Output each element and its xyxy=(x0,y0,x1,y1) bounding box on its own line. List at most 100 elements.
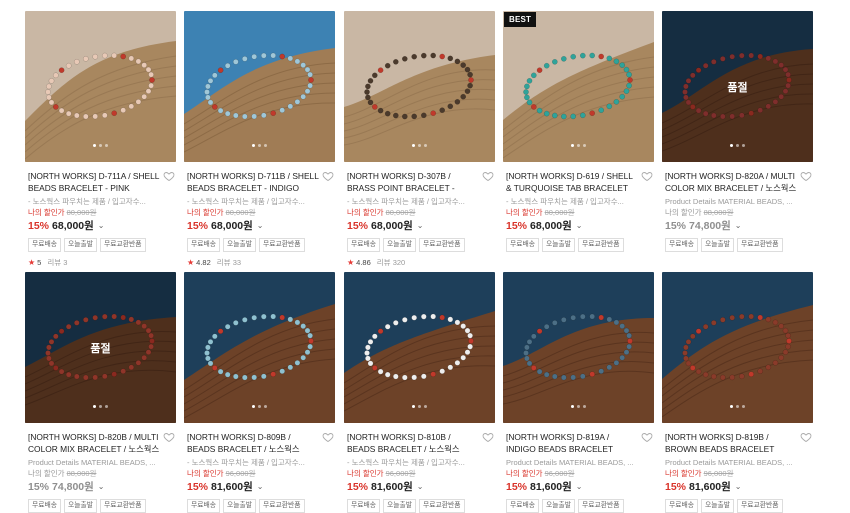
product-image[interactable]: BEST xyxy=(503,11,654,162)
carousel-dot[interactable] xyxy=(736,144,739,147)
carousel-dot[interactable] xyxy=(412,405,415,408)
carousel-dot[interactable] xyxy=(583,144,586,147)
product-title[interactable]: [NORTH WORKS] D-819A / INDIGO BEADS BRAC… xyxy=(506,431,652,455)
chevron-down-icon[interactable]: ⌄ xyxy=(576,480,583,494)
carousel-dot[interactable] xyxy=(577,144,580,147)
chevron-down-icon[interactable]: ⌄ xyxy=(417,219,424,233)
wishlist-heart-icon[interactable] xyxy=(800,431,812,443)
carousel-dot[interactable] xyxy=(742,144,745,147)
carousel-dot[interactable] xyxy=(577,405,580,408)
carousel-dots[interactable] xyxy=(344,405,495,408)
wishlist-heart-icon[interactable] xyxy=(163,170,175,182)
review-count[interactable]: 리뷰 3 xyxy=(47,257,67,268)
carousel-dot[interactable] xyxy=(264,405,267,408)
product-description: Product Details MATERIAL BEADS, ... xyxy=(665,458,793,467)
review-count[interactable]: 리뷰 320 xyxy=(377,257,405,268)
carousel-dots[interactable] xyxy=(662,144,813,147)
product-image[interactable]: 품절 xyxy=(662,11,813,162)
carousel-dots[interactable] xyxy=(184,405,335,408)
product-card[interactable]: [NORTH WORKS] D-307B / BRASS POINT BRACE… xyxy=(344,11,496,268)
carousel-dots[interactable] xyxy=(503,144,654,147)
carousel-dot[interactable] xyxy=(258,405,261,408)
product-image[interactable] xyxy=(184,272,335,423)
wishlist-heart-icon[interactable] xyxy=(641,431,653,443)
product-image[interactable] xyxy=(662,272,813,423)
carousel-dot[interactable] xyxy=(424,405,427,408)
product-card[interactable]: 품절 [NORTH WORKS] D-820A / MULTI COLOR MIX… xyxy=(662,11,814,252)
product-title[interactable]: [NORTH WORKS] D-810B / BEADS BRACELET / … xyxy=(347,431,493,455)
carousel-dot[interactable] xyxy=(93,405,96,408)
product-card[interactable]: [NORTH WORKS] D-711A / SHELL BEADS BRACE… xyxy=(25,11,177,268)
product-image[interactable]: 품절 xyxy=(25,272,176,423)
chevron-down-icon[interactable]: ⌄ xyxy=(735,480,742,494)
rating-row: ★ 5 리뷰 3 xyxy=(28,257,174,268)
carousel-dots[interactable] xyxy=(662,405,813,408)
carousel-dot[interactable] xyxy=(571,144,574,147)
carousel-dot[interactable] xyxy=(99,144,102,147)
carousel-dot[interactable] xyxy=(730,405,733,408)
carousel-dots[interactable] xyxy=(184,144,335,147)
product-image[interactable] xyxy=(184,11,335,162)
carousel-dot[interactable] xyxy=(424,144,427,147)
review-count[interactable]: 리뷰 33 xyxy=(217,257,241,268)
chevron-down-icon[interactable]: ⌄ xyxy=(576,219,583,233)
carousel-dots[interactable] xyxy=(25,405,176,408)
wishlist-heart-icon[interactable] xyxy=(800,170,812,182)
chevron-down-icon[interactable]: ⌄ xyxy=(257,480,264,494)
product-title[interactable]: [NORTH WORKS] D-711A / SHELL BEADS BRACE… xyxy=(28,170,174,194)
carousel-dot[interactable] xyxy=(99,405,102,408)
carousel-dot[interactable] xyxy=(93,144,96,147)
shipping-tags: 무료배송 오늘출발 무료교환반품 xyxy=(665,499,811,513)
wishlist-heart-icon[interactable] xyxy=(322,431,334,443)
carousel-dots[interactable] xyxy=(344,144,495,147)
wishlist-heart-icon[interactable] xyxy=(482,170,494,182)
carousel-dots[interactable] xyxy=(25,144,176,147)
carousel-dot[interactable] xyxy=(105,144,108,147)
carousel-dot[interactable] xyxy=(264,144,267,147)
carousel-dot[interactable] xyxy=(571,405,574,408)
product-title[interactable]: [NORTH WORKS] D-307B / BRASS POINT BRACE… xyxy=(347,170,493,194)
carousel-dot[interactable] xyxy=(252,144,255,147)
product-card[interactable]: [NORTH WORKS] D-819A / INDIGO BEADS BRAC… xyxy=(503,272,655,513)
carousel-dot[interactable] xyxy=(258,144,261,147)
wishlist-heart-icon[interactable] xyxy=(322,170,334,182)
carousel-dot[interactable] xyxy=(105,405,108,408)
product-image[interactable] xyxy=(344,272,495,423)
wishlist-heart-icon[interactable] xyxy=(163,431,175,443)
product-title[interactable]: [NORTH WORKS] D-820B / MULTI COLOR MIX B… xyxy=(28,431,174,455)
product-info: [NORTH WORKS] D-619 / SHELL & TURQUOISE … xyxy=(503,162,655,252)
chevron-down-icon[interactable]: ⌄ xyxy=(98,219,105,233)
product-title[interactable]: [NORTH WORKS] D-809B / BEADS BRACELET / … xyxy=(187,431,333,455)
chevron-down-icon[interactable]: ⌄ xyxy=(98,480,105,494)
carousel-dots[interactable] xyxy=(503,405,654,408)
carousel-dot[interactable] xyxy=(418,144,421,147)
original-price: 88,000원 xyxy=(66,469,97,478)
product-image[interactable] xyxy=(344,11,495,162)
carousel-dot[interactable] xyxy=(730,144,733,147)
carousel-dot[interactable] xyxy=(742,405,745,408)
product-title[interactable]: [NORTH WORKS] D-711B / SHELL BEADS BRACE… xyxy=(187,170,333,194)
carousel-dot[interactable] xyxy=(736,405,739,408)
product-card[interactable]: 품절 [NORTH WORKS] D-820B / MULTI COLOR MIX… xyxy=(25,272,177,513)
chevron-down-icon[interactable]: ⌄ xyxy=(257,219,264,233)
carousel-dot[interactable] xyxy=(252,405,255,408)
product-title[interactable]: [NORTH WORKS] D-819B / BROWN BEADS BRACE… xyxy=(665,431,811,455)
product-title[interactable]: [NORTH WORKS] D-619 / SHELL & TURQUOISE … xyxy=(506,170,652,194)
product-image[interactable] xyxy=(503,272,654,423)
discount-percent: 15% xyxy=(665,481,687,493)
carousel-dot[interactable] xyxy=(583,405,586,408)
wishlist-heart-icon[interactable] xyxy=(641,170,653,182)
carousel-dot[interactable] xyxy=(412,144,415,147)
product-card[interactable]: [NORTH WORKS] D-810B / BEADS BRACELET / … xyxy=(344,272,496,513)
product-title[interactable]: [NORTH WORKS] D-820A / MULTI COLOR MIX B… xyxy=(665,170,811,194)
product-image[interactable] xyxy=(25,11,176,162)
chevron-down-icon[interactable]: ⌄ xyxy=(735,219,742,233)
product-card[interactable]: BEST [NORTH WORKS] D-619 / SHELL & TURQUO… xyxy=(503,11,655,252)
wishlist-heart-icon[interactable] xyxy=(482,431,494,443)
chevron-down-icon[interactable]: ⌄ xyxy=(417,480,424,494)
carousel-dot[interactable] xyxy=(418,405,421,408)
product-card[interactable]: [NORTH WORKS] D-809B / BEADS BRACELET / … xyxy=(184,272,336,513)
product-card[interactable]: [NORTH WORKS] D-819B / BROWN BEADS BRACE… xyxy=(662,272,814,513)
discount-percent: 15% xyxy=(28,220,50,232)
product-card[interactable]: [NORTH WORKS] D-711B / SHELL BEADS BRACE… xyxy=(184,11,336,268)
